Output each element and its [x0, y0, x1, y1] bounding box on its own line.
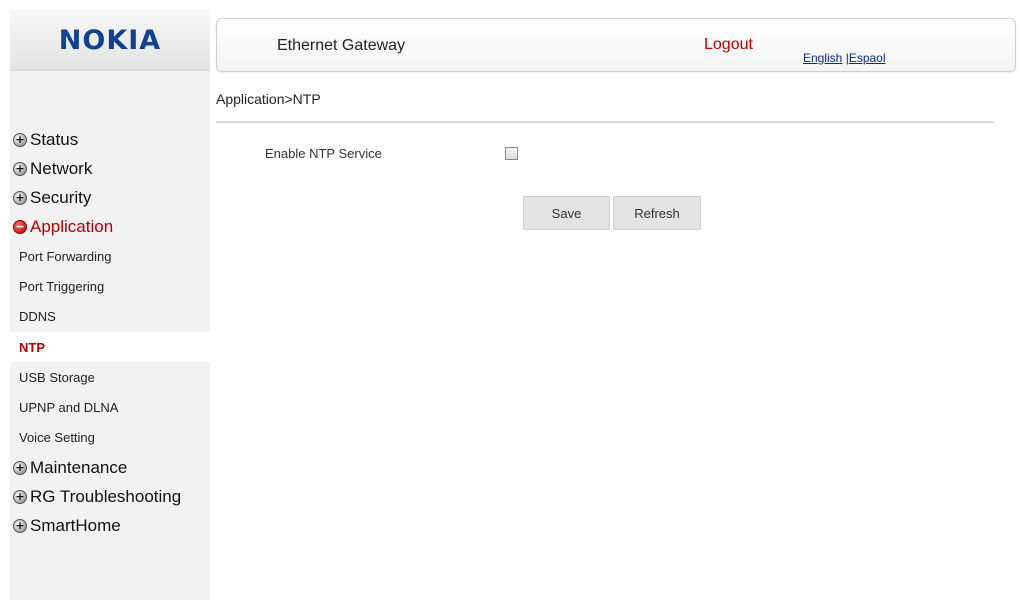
logo-area: NOKIA	[10, 10, 210, 71]
submenu-item-port-forwarding[interactable]: Port Forwarding	[10, 241, 210, 271]
menu-item-security[interactable]: + Security	[10, 183, 210, 212]
breadcrumb: Application>NTP	[216, 91, 321, 107]
menu-item-network[interactable]: + Network	[10, 154, 210, 183]
menu-item-maintenance[interactable]: + Maintenance	[10, 453, 210, 482]
menu-item-label: Maintenance	[30, 457, 128, 477]
submenu-item-port-triggering[interactable]: Port Triggering	[10, 271, 210, 301]
language-switcher: English |Espaol	[803, 51, 886, 65]
plus-circle-icon: +	[13, 489, 27, 504]
english-link[interactable]: English	[803, 51, 842, 65]
sidebar: NOKIA + Status + Network + Security − Ap…	[10, 10, 210, 600]
gateway-title: Ethernet Gateway	[277, 37, 406, 54]
espanol-link[interactable]: Espaol	[849, 51, 886, 65]
refresh-button[interactable]: Refresh	[613, 196, 701, 230]
plus-circle-icon: +	[13, 190, 27, 205]
plus-circle-icon: +	[13, 518, 27, 533]
menu-item-smarthome[interactable]: + SmartHome	[10, 511, 210, 540]
plus-circle-icon: +	[13, 132, 27, 147]
enable-ntp-label: Enable NTP Service	[265, 146, 382, 161]
section-divider	[216, 121, 994, 123]
menu-item-label: Security	[30, 187, 92, 207]
save-button[interactable]: Save	[523, 196, 610, 230]
menu-item-rg-troubleshooting[interactable]: + RG Troubleshooting	[10, 482, 210, 511]
nokia-logo: NOKIA	[58, 24, 162, 56]
menu-item-label: RG Troubleshooting	[30, 486, 182, 506]
submenu-item-voice-setting[interactable]: Voice Setting	[10, 423, 210, 453]
submenu-item-usb-storage[interactable]: USB Storage	[10, 362, 210, 392]
plus-circle-icon: +	[13, 161, 27, 176]
submenu-item-ntp[interactable]: NTP	[10, 331, 210, 363]
plus-circle-icon: +	[13, 460, 27, 475]
menu-item-label: SmartHome	[30, 515, 121, 535]
navigation-menu: + Status + Network + Security − Applicat…	[10, 125, 210, 540]
logout-link[interactable]: Logout	[704, 36, 753, 54]
menu-item-label: Network	[30, 158, 93, 178]
header-bar: Ethernet Gateway Logout English |Espaol	[216, 18, 1016, 72]
submenu-item-ddns[interactable]: DDNS	[10, 302, 210, 332]
menu-item-status[interactable]: + Status	[10, 125, 210, 154]
submenu-item-upnp-dlna[interactable]: UPNP and DLNA	[10, 392, 210, 422]
enable-ntp-checkbox[interactable]	[505, 147, 518, 160]
menu-item-label: Status	[30, 129, 79, 149]
minus-circle-icon: −	[13, 219, 27, 234]
menu-item-label: Application	[30, 216, 114, 236]
menu-item-application[interactable]: − Application	[10, 212, 210, 241]
